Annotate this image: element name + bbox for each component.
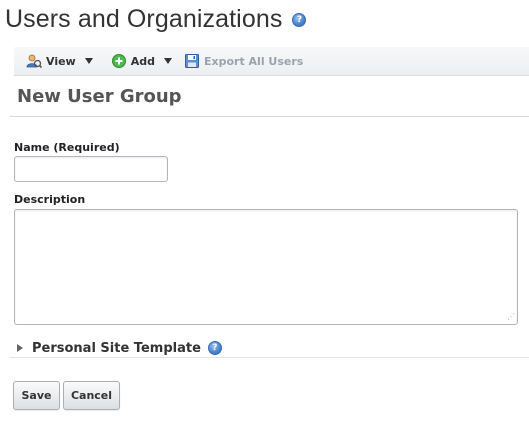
toolbar: View Add Export All Users <box>14 47 529 76</box>
chevron-down-icon <box>163 58 172 64</box>
personal-site-template-toggle[interactable]: Personal Site Template ? <box>14 338 222 358</box>
page-header: Users and Organizations ? <box>5 2 307 36</box>
chevron-down-icon <box>84 58 93 64</box>
add-icon <box>111 54 126 68</box>
view-label: View <box>46 54 76 68</box>
caret-right-icon <box>17 344 23 352</box>
cancel-button[interactable]: Cancel <box>63 381 120 410</box>
save-button[interactable]: Save <box>13 381 60 410</box>
divider <box>10 116 529 117</box>
export-all-users-button[interactable]: Export All Users <box>184 53 303 69</box>
description-label: Description <box>14 193 86 206</box>
description-field[interactable] <box>14 209 518 325</box>
add-label: Add <box>130 54 155 68</box>
users-view-icon <box>26 54 42 69</box>
help-icon[interactable]: ? <box>207 341 222 355</box>
floppy-disk-icon <box>184 54 199 68</box>
divider <box>10 357 529 358</box>
name-field[interactable] <box>14 156 168 182</box>
panel-title: Personal Site Template <box>32 340 201 356</box>
view-menu-button[interactable]: View <box>26 53 93 69</box>
page-title: Users and Organizations <box>5 4 283 33</box>
section-title: New User Group <box>17 86 182 107</box>
name-label: Name (Required) <box>14 141 120 154</box>
help-icon[interactable]: ? <box>292 13 307 27</box>
add-menu-button[interactable]: Add <box>111 53 172 69</box>
export-label: Export All Users <box>203 54 304 68</box>
resize-handle-icon[interactable]: ⋰ <box>507 313 515 321</box>
